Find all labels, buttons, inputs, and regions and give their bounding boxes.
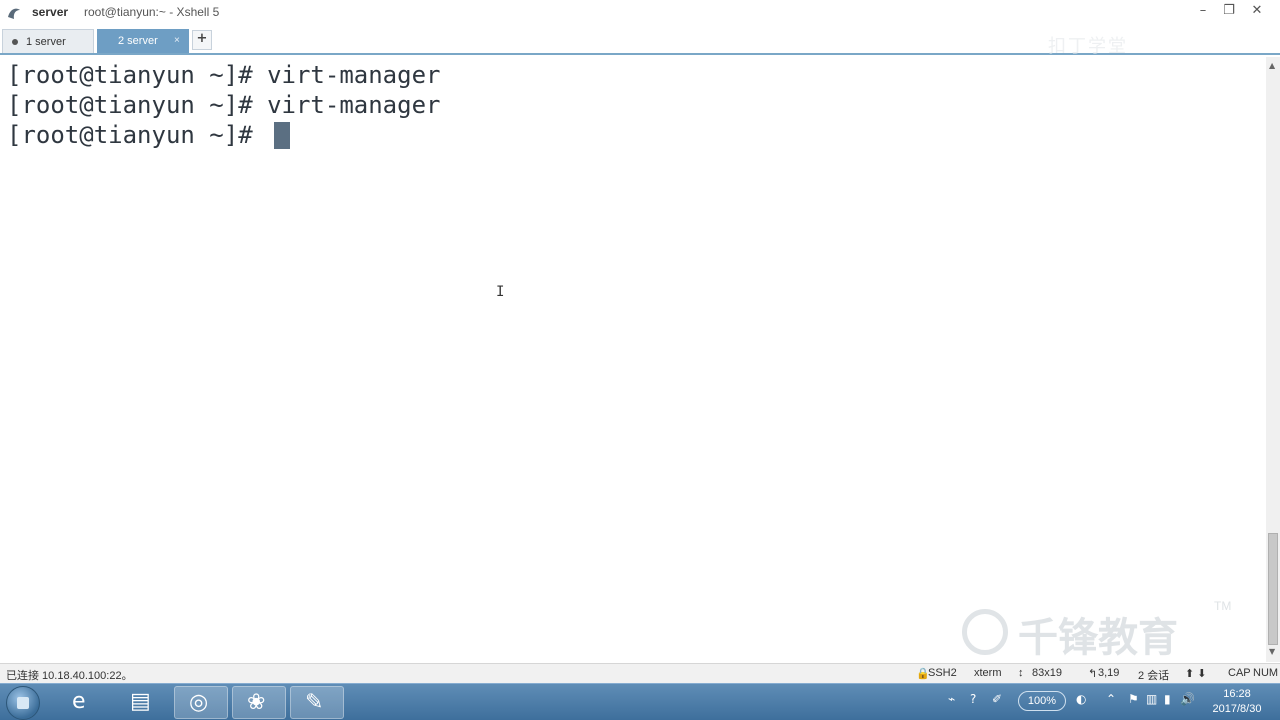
tray-chevron-icon[interactable]: ⌃ (1106, 692, 1116, 706)
taskbar: e ▤ ◎ ❀ ✎ ⌁ ? ✐ 100% ◐ ⌃ ⚑ ▥ ▮ 🔊 16:28 2… (0, 683, 1280, 720)
session-count-label: 2 会话 (1138, 670, 1170, 682)
maximize-button[interactable]: ❐ (1218, 2, 1240, 20)
terminal-line: [root@tianyun ~]# virt-manager (7, 91, 441, 119)
tray-flag-icon[interactable]: ⚑ (1128, 692, 1139, 706)
transfer-arrows-icon: ⬆ ⬇ (1185, 668, 1207, 680)
cursor-position-label: 3,19 (1098, 667, 1120, 679)
tab-label: 1 server (26, 36, 66, 48)
taskbar-paint-button[interactable]: ✎ (290, 686, 344, 719)
title-session-name: server (32, 5, 69, 19)
scrollbar-thumb[interactable] (1268, 533, 1278, 645)
title-bar: server root@tianyun:~ - Xshell 5 – ❐ ✕ (0, 0, 1280, 27)
cherry-icon: ❀ (247, 690, 266, 715)
scroll-down-icon[interactable]: ▼ (1269, 647, 1275, 656)
tab-2-server[interactable]: 2 server × (97, 29, 189, 53)
minimize-button[interactable]: – (1192, 2, 1214, 20)
terminal-area[interactable]: [root@tianyun ~]# virt-manager [root@tia… (0, 57, 1266, 662)
new-tab-button[interactable]: + (192, 30, 212, 50)
session-status-icon (12, 39, 18, 45)
vertical-scrollbar[interactable]: ▲ ▼ (1266, 57, 1280, 662)
paint-icon: ✎ (305, 690, 324, 715)
terminal-line: [root@tianyun ~]# (7, 121, 268, 149)
start-button[interactable] (6, 686, 40, 720)
xshell-icon: ◎ (189, 690, 209, 715)
taskbar-xshell-button[interactable]: ◎ (174, 686, 228, 719)
files-icon: ▤ (130, 689, 151, 714)
watermark-circle-icon (962, 609, 1008, 655)
tray-sound-recorder-icon[interactable]: ⌁ (948, 692, 955, 706)
terminal-line: [root@tianyun ~]# virt-manager (7, 61, 441, 89)
tray-network-icon[interactable]: ▥ (1146, 692, 1157, 706)
tray-help-icon[interactable]: ? (970, 692, 976, 706)
tab-1-server[interactable]: 1 server (2, 29, 94, 53)
watermark-text: 千锋教育 (1018, 615, 1178, 661)
caps-lock-indicator: CAP (1228, 667, 1251, 679)
clock-time: 16:28 (1223, 688, 1251, 700)
clock[interactable]: 16:28 2017/8/30 (1202, 687, 1272, 717)
status-bar: 已连接 10.18.40.100:22。 🔒 SSH2 xterm ↕ 83x1… (0, 663, 1280, 683)
protocol-label: SSH2 (928, 667, 957, 679)
tray-record-icon[interactable]: ◐ (1076, 692, 1086, 706)
terminal-type-label: xterm (974, 667, 1002, 679)
window-title: root@tianyun:~ - Xshell 5 (84, 5, 220, 19)
clock-date: 2017/8/30 (1212, 703, 1262, 715)
tray-volume-icon[interactable]: 🔊 (1180, 692, 1195, 706)
taskbar-files-button[interactable]: ▤ (116, 686, 170, 719)
resize-icon: ↕ (1018, 667, 1024, 679)
ie-icon: e (72, 689, 86, 714)
taskbar-ie-button[interactable]: e (58, 686, 112, 719)
tray-signal-icon[interactable]: ▮ (1164, 692, 1171, 706)
tab-label: 2 server (118, 35, 158, 47)
zoom-level[interactable]: 100% (1018, 691, 1066, 711)
close-button[interactable]: ✕ (1246, 2, 1268, 20)
scroll-up-icon[interactable]: ▲ (1269, 61, 1275, 70)
text-cursor (274, 122, 290, 149)
cursor-position-icon: ↰ (1088, 668, 1098, 680)
tab-bar: 1 server 2 server × + 扣丁学堂 (0, 27, 1280, 57)
num-lock-indicator: NUM (1253, 667, 1279, 679)
terminal-size-label: 83x19 (1032, 667, 1062, 679)
xshell-app-icon (8, 8, 20, 19)
connection-status: 已连接 10.18.40.100:22。 (6, 670, 133, 682)
taskbar-cherry-button[interactable]: ❀ (232, 686, 286, 719)
watermark-tm: TM (1214, 599, 1232, 613)
tray-pen-icon[interactable]: ✐ (992, 692, 1002, 706)
mouse-ibeam-icon: I (496, 284, 505, 300)
tab-close-icon[interactable]: × (174, 29, 180, 53)
faint-logo: 扣丁学堂 (1048, 36, 1128, 57)
